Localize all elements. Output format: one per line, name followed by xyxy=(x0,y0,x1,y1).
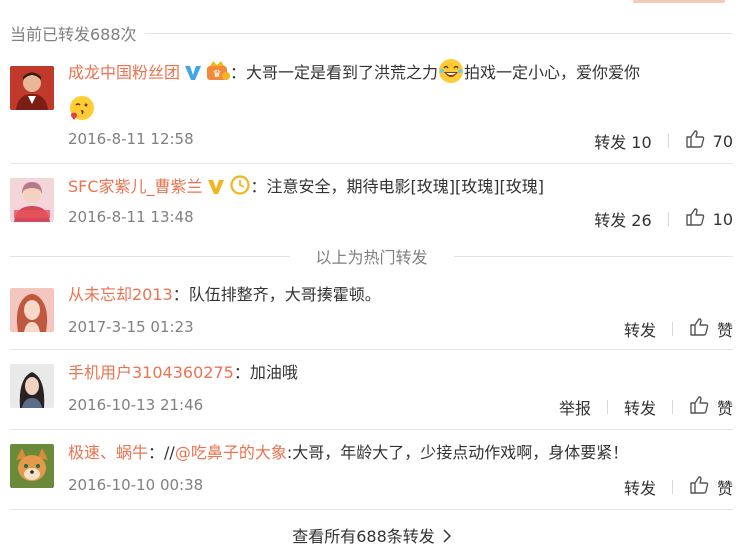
repost-content: SFC家紫儿_曹紫兰 ：注意安全，期待电影[玫瑰][玫瑰][玫瑰] xyxy=(68,172,733,205)
action-bar: 转发 赞 xyxy=(624,318,733,340)
repost-button[interactable]: 转发 xyxy=(624,395,656,419)
repost-button[interactable]: 转发 xyxy=(624,317,656,341)
header-divider xyxy=(144,32,733,34)
repost-item: SFC家紫儿_曹紫兰 ：注意安全，期待电影[玫瑰][玫瑰][玫瑰] 2016-8-… xyxy=(10,172,733,234)
repost-date: 2016-8-11 13:48 xyxy=(68,208,194,226)
verified-blue-icon xyxy=(184,61,202,91)
repost-text: ：队伍排整齐，大哥揍霍顿。 xyxy=(172,285,381,304)
repost-content: 成龙中国粉丝团 ♛ ：大哥一定是看到了洪荒之力 拍戏一定小心，爱你爱你 xyxy=(68,58,733,132)
repost-item: 极速、蜗牛：//@吃鼻子的大象:大哥，年龄大了，少接点动作戏啊，身体要紧！ 20… xyxy=(10,438,733,500)
item-divider xyxy=(10,163,733,164)
like-count: 10 xyxy=(712,209,733,229)
username-link[interactable]: 成龙中国粉丝团 xyxy=(68,63,180,82)
like-label: 赞 xyxy=(716,321,733,340)
kiss-emoji-icon xyxy=(68,94,96,132)
like-count: 70 xyxy=(712,131,733,151)
like-button[interactable]: 赞 xyxy=(689,395,733,419)
repost-text: ：大哥一定是看到了洪荒之力 xyxy=(230,63,439,82)
repost-date: 2016-8-11 12:58 xyxy=(68,130,194,148)
action-separator xyxy=(667,212,669,226)
like-button[interactable]: 10 xyxy=(685,207,733,231)
mention-link[interactable]: @吃鼻子的大象 xyxy=(175,443,287,462)
repost-content: 手机用户3104360275：加油哦 xyxy=(68,358,733,388)
vip-crown-icon: ♛ xyxy=(206,61,231,91)
username-link[interactable]: 极速、蜗牛 xyxy=(68,443,148,462)
username-link[interactable]: SFC家紫儿_曹紫兰 xyxy=(68,177,203,196)
avatar[interactable] xyxy=(10,444,54,488)
thumbs-up-icon xyxy=(689,475,709,499)
action-bar: 转发 10 70 xyxy=(594,130,733,152)
repost-date: 2016-10-10 00:38 xyxy=(68,476,204,494)
action-bar: 转发 26 10 xyxy=(594,208,733,230)
repost-content: 极速、蜗牛：//@吃鼻子的大象:大哥，年龄大了，少接点动作戏啊，身体要紧！ xyxy=(68,438,733,468)
like-label: 赞 xyxy=(716,399,733,418)
like-button[interactable]: 70 xyxy=(685,129,733,153)
repost-count-text: 当前已转发688次 xyxy=(10,25,137,44)
item-divider xyxy=(10,509,733,510)
chevron-right-icon xyxy=(443,528,451,547)
hot-section-divider: 以上为热门转发 xyxy=(10,243,734,269)
like-label: 赞 xyxy=(716,479,733,498)
hot-section-label: 以上为热门转发 xyxy=(315,248,428,267)
repost-date: 2016-10-13 21:46 xyxy=(68,396,204,414)
repost-button[interactable]: 转发 xyxy=(624,475,656,499)
repost-text: ：注意安全，期待电影[玫瑰][玫瑰][玫瑰] xyxy=(250,177,545,196)
divider-line-right xyxy=(453,255,734,257)
item-divider xyxy=(10,349,733,350)
repost-text-continued: 拍戏一定小心，爱你爱你 xyxy=(464,63,641,82)
repost-item: 成龙中国粉丝团 ♛ ：大哥一定是看到了洪荒之力 拍戏一定小心，爱你爱你 2016-8-… xyxy=(10,58,733,156)
action-separator xyxy=(667,134,669,148)
action-bar: 举报 转发 赞 xyxy=(559,396,733,418)
avatar[interactable] xyxy=(10,364,54,408)
thumbs-up-icon xyxy=(685,129,705,153)
laughing-emoji-icon xyxy=(438,58,464,94)
verified-gold-icon xyxy=(207,175,225,205)
avatar[interactable] xyxy=(10,66,54,110)
thumbs-up-icon xyxy=(685,207,705,231)
avatar[interactable] xyxy=(10,288,54,332)
action-separator xyxy=(671,480,673,494)
repost-text: ：加油哦 xyxy=(233,363,298,382)
divider-line-left xyxy=(10,255,290,257)
thumbs-up-icon xyxy=(689,317,709,341)
username-link[interactable]: 手机用户3104360275 xyxy=(68,363,234,382)
like-button[interactable]: 赞 xyxy=(689,475,733,499)
username-link[interactable]: 从未忘却2013 xyxy=(68,285,173,304)
repost-item: 手机用户3104360275：加油哦 2016-10-13 21:46 举报 转… xyxy=(10,358,733,420)
repost-date: 2017-3-15 01:23 xyxy=(68,318,194,336)
clock-badge-icon xyxy=(229,175,251,205)
svg-text:♛: ♛ xyxy=(213,69,222,80)
report-button[interactable]: 举报 xyxy=(559,395,591,419)
repost-text: :大哥，年龄大了，少接点动作戏啊，身体要紧！ xyxy=(286,443,629,462)
avatar[interactable] xyxy=(10,178,54,222)
view-all-label: 查看所有688条转发 xyxy=(292,527,435,546)
action-separator xyxy=(671,322,673,336)
repost-item: 从未忘却2013：队伍排整齐，大哥揍霍顿。 2017-3-15 01:23 转发… xyxy=(10,280,733,342)
action-separator xyxy=(606,400,608,414)
like-button[interactable]: 赞 xyxy=(689,317,733,341)
repost-content: 从未忘却2013：队伍排整齐，大哥揍霍顿。 xyxy=(68,280,733,310)
repost-button[interactable]: 转发 10 xyxy=(594,129,651,153)
action-separator xyxy=(671,400,673,414)
repost-count-header: 当前已转发688次 xyxy=(10,20,733,46)
item-divider xyxy=(10,429,733,430)
action-bar: 转发 赞 xyxy=(624,476,733,498)
repost-button[interactable]: 转发 26 xyxy=(594,207,651,231)
view-all-reposts-link[interactable]: 查看所有688条转发 xyxy=(0,523,743,547)
repost-text-prefix: ：// xyxy=(148,443,175,462)
thumbs-up-icon xyxy=(689,395,709,419)
top-highlight-strip xyxy=(633,0,725,3)
